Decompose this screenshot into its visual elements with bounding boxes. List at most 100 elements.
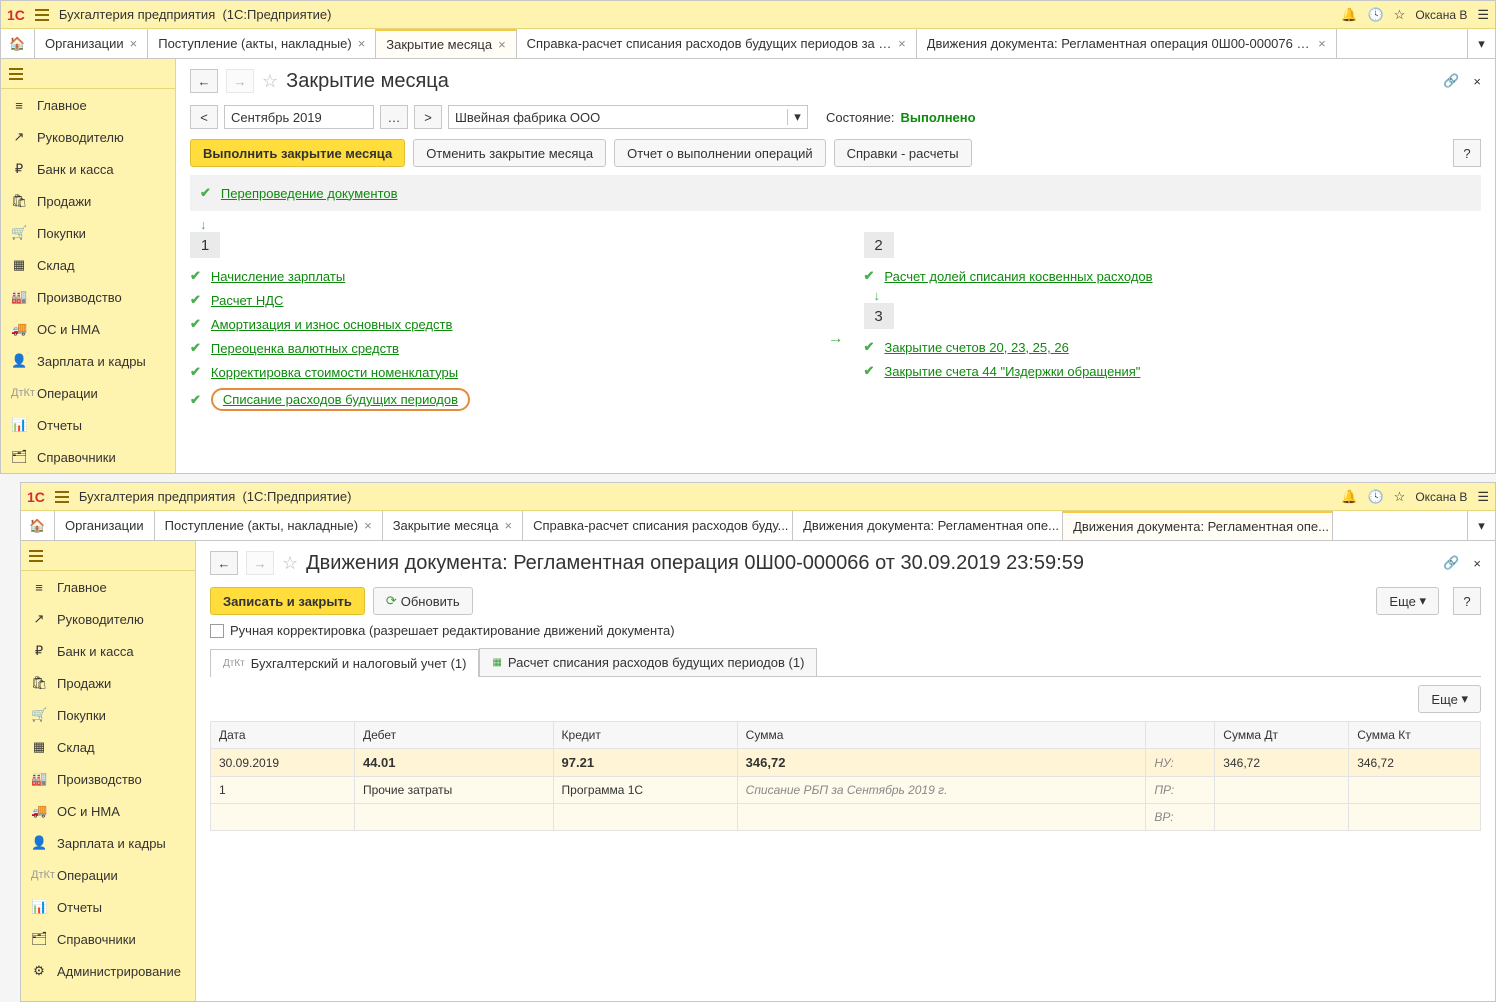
table-row[interactable]: 1 Прочие затраты Программа 1С Списание Р… [211, 777, 1481, 804]
col-sum[interactable]: Сумма [737, 722, 1146, 749]
clock-icon[interactable]: 🕓 [1367, 489, 1383, 505]
sidebar-item-catalogs[interactable]: 🗂Справочники [1, 441, 175, 473]
op-cost-correction[interactable]: Корректировка стоимости номенклатуры [211, 365, 458, 380]
op-revaluation[interactable]: Переоценка валютных средств [211, 341, 399, 356]
op-close-44[interactable]: Закрытие счета 44 "Издержки обращения" [884, 364, 1140, 379]
tab-movements-2[interactable]: Движения документа: Регламентная опе...× [1063, 511, 1333, 540]
tab-report[interactable]: Справка-расчет списания расходов будущих… [517, 29, 917, 58]
op-deferred-expenses[interactable]: Списание расходов будущих периодов [223, 392, 458, 407]
bell-icon[interactable]: 🔔 [1341, 7, 1357, 23]
op-repost-docs[interactable]: Перепроведение документов [221, 186, 398, 201]
references-button[interactable]: Справки - расчеты [834, 139, 972, 167]
op-salary[interactable]: Начисление зарплаты [211, 269, 345, 284]
tab-movements-1[interactable]: Движения документа: Регламентная опе...× [793, 511, 1063, 540]
close-icon[interactable]: × [898, 36, 906, 51]
subtab-deferred[interactable]: ▦Расчет списания расходов будущих период… [479, 648, 817, 676]
op-amortization[interactable]: Амортизация и износ основных средств [211, 317, 452, 332]
close-page-icon[interactable]: × [1473, 74, 1481, 89]
sidebar-item-bank[interactable]: ₽Банк и касса [21, 635, 195, 667]
sidebar-item-reports[interactable]: 📊Отчеты [1, 409, 175, 441]
close-icon[interactable]: × [498, 37, 506, 52]
cancel-closing-button[interactable]: Отменить закрытие месяца [413, 139, 606, 167]
sidebar-item-warehouse[interactable]: ▦Склад [21, 731, 195, 763]
ops-report-button[interactable]: Отчет о выполнении операций [614, 139, 826, 167]
close-icon[interactable]: × [504, 518, 512, 533]
username[interactable]: Оксана В [1415, 490, 1467, 504]
tabs-dropdown[interactable]: ▾ [1467, 511, 1495, 540]
more-button[interactable]: Еще ▾ [1376, 587, 1439, 615]
link-icon[interactable]: 🔗 [1443, 73, 1459, 89]
refresh-button[interactable]: ⟳Обновить [373, 587, 473, 615]
username[interactable]: Оксана В [1415, 8, 1467, 22]
nav-forward-button[interactable]: → [246, 551, 274, 575]
op-indirect-costs[interactable]: Расчет долей списания косвенных расходов [884, 269, 1152, 284]
link-icon[interactable]: 🔗 [1443, 555, 1459, 571]
star-icon[interactable]: ☆ [1394, 7, 1406, 23]
close-icon[interactable]: × [364, 518, 372, 533]
help-button[interactable]: ? [1453, 139, 1481, 167]
nav-back-button[interactable]: ← [190, 69, 218, 93]
hamburger-icon[interactable] [35, 9, 49, 21]
close-page-icon[interactable]: × [1473, 556, 1481, 571]
sidebar-item-sales[interactable]: 🛍Продажи [21, 667, 195, 699]
home-tab[interactable]: 🏠 [21, 511, 55, 540]
sidebar-item-main[interactable]: ≡Главное [1, 89, 175, 121]
sidebar-item-operations[interactable]: ДтКтОперации [21, 859, 195, 891]
star-icon[interactable]: ☆ [1394, 489, 1406, 505]
clock-icon[interactable]: 🕓 [1367, 7, 1383, 23]
nav-back-button[interactable]: ← [210, 551, 238, 575]
bell-icon[interactable]: 🔔 [1341, 489, 1357, 505]
more-table-button[interactable]: Еще ▾ [1418, 685, 1481, 713]
tab-month-closing[interactable]: Закрытие месяца× [383, 511, 523, 540]
tab-organizations[interactable]: Организации [55, 511, 155, 540]
col-debit[interactable]: Дебет [354, 722, 553, 749]
tabs-dropdown[interactable]: ▾ [1467, 29, 1495, 58]
favorite-icon[interactable]: ☆ [282, 553, 298, 574]
sidebar-collapse[interactable] [21, 541, 195, 571]
tab-receipts[interactable]: Поступление (акты, накладные)× [148, 29, 376, 58]
favorite-icon[interactable]: ☆ [262, 71, 278, 92]
nav-forward-button[interactable]: → [226, 69, 254, 93]
sidebar-item-manager[interactable]: ↗Руководителю [21, 603, 195, 635]
tab-month-closing[interactable]: Закрытие месяца× [376, 29, 516, 58]
col-credit[interactable]: Кредит [553, 722, 737, 749]
sidebar-item-manager[interactable]: ↗Руководителю [1, 121, 175, 153]
sidebar-item-purchases[interactable]: 🛒Покупки [21, 699, 195, 731]
period-picker-button[interactable]: … [380, 105, 408, 129]
sidebar-item-admin[interactable]: ⚙Администрирование [21, 955, 195, 987]
close-icon[interactable]: × [130, 36, 138, 51]
hamburger-icon[interactable] [55, 491, 69, 503]
tab-movements[interactable]: Движения документа: Регламентная операци… [917, 29, 1337, 58]
period-input[interactable]: Сентябрь 2019 [224, 105, 374, 129]
sidebar-item-salary[interactable]: 👤Зарплата и кадры [1, 345, 175, 377]
sidebar-item-catalogs[interactable]: 🗂Справочники [21, 923, 195, 955]
sidebar-item-main[interactable]: ≡Главное [21, 571, 195, 603]
menu-icon[interactable]: ☰ [1477, 489, 1489, 505]
sidebar-item-reports[interactable]: 📊Отчеты [21, 891, 195, 923]
col-sum-dt[interactable]: Сумма Дт [1215, 722, 1349, 749]
sidebar-item-purchases[interactable]: 🛒Покупки [1, 217, 175, 249]
sidebar-item-production[interactable]: 🏭Производство [21, 763, 195, 795]
col-date[interactable]: Дата [211, 722, 355, 749]
table-row[interactable]: 30.09.2019 44.01 97.21 346,72 НУ: 346,72… [211, 749, 1481, 777]
run-closing-button[interactable]: Выполнить закрытие месяца [190, 139, 405, 167]
manual-correction-checkbox[interactable] [210, 624, 224, 638]
home-tab[interactable]: 🏠 [1, 29, 35, 58]
menu-icon[interactable]: ☰ [1477, 7, 1489, 23]
period-prev-button[interactable]: < [190, 105, 218, 129]
sidebar-item-assets[interactable]: 🚚ОС и НМА [1, 313, 175, 345]
sidebar-item-warehouse[interactable]: ▦Склад [1, 249, 175, 281]
subtab-accounting[interactable]: ДтКтБухгалтерский и налоговый учет (1) [210, 649, 479, 677]
close-icon[interactable]: × [358, 36, 366, 51]
close-icon[interactable]: × [1318, 36, 1326, 51]
sidebar-item-bank[interactable]: ₽Банк и касса [1, 153, 175, 185]
op-vat[interactable]: Расчет НДС [211, 293, 284, 308]
op-close-20-26[interactable]: Закрытие счетов 20, 23, 25, 26 [884, 340, 1068, 355]
sidebar-item-operations[interactable]: ДтКтОперации [1, 377, 175, 409]
table-row[interactable]: ВР: [211, 804, 1481, 831]
tab-organizations[interactable]: Организации× [35, 29, 148, 58]
sidebar-collapse[interactable] [1, 59, 175, 89]
col-sum-kt[interactable]: Сумма Кт [1349, 722, 1481, 749]
chevron-down-icon[interactable]: ▾ [787, 109, 807, 125]
save-close-button[interactable]: Записать и закрыть [210, 587, 365, 615]
